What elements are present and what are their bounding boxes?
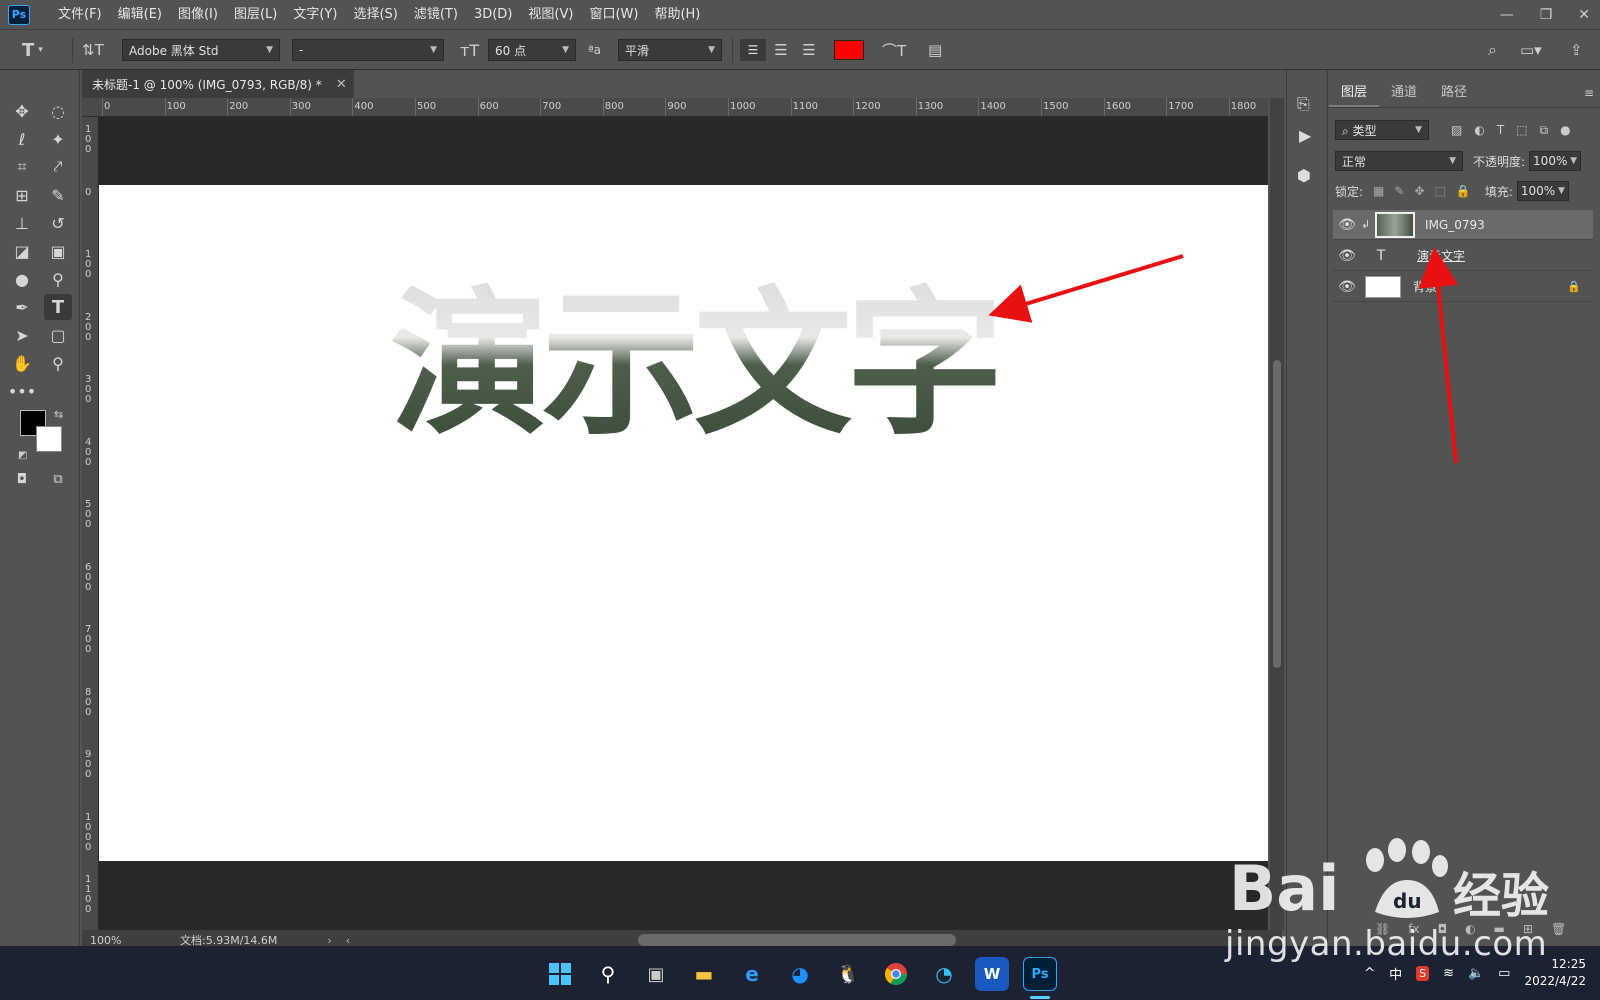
task-view-icon[interactable]: ▣ <box>639 957 673 991</box>
photoshop-taskbar-icon[interactable]: Ps <box>1023 957 1057 991</box>
sogou-ime-icon[interactable]: S <box>1416 965 1430 981</box>
edge-icon[interactable]: ◔ <box>927 957 961 991</box>
windows-taskbar: ⚲ ▣ ▬ e ◕ 🐧 ◔ W Ps ^ 中 S ≋ 🔈 ▭ 12:25 202… <box>0 946 1600 1000</box>
annotation-overlay <box>988 247 1459 464</box>
clock-date: 2022/4/22 <box>1524 974 1586 988</box>
system-tray: ^ 中 S ≋ 🔈 ▭ 12:25 2022/4/22 <box>1364 946 1586 1000</box>
active-app-indicator <box>1030 996 1050 999</box>
volume-icon[interactable]: 🔈 <box>1468 966 1484 981</box>
system-clock[interactable]: 12:25 2022/4/22 <box>1524 956 1586 990</box>
chrome-icon[interactable] <box>879 957 913 991</box>
word-icon[interactable]: W <box>975 957 1009 991</box>
start-menu-icon[interactable] <box>543 957 577 991</box>
ime-indicator[interactable]: 中 <box>1389 964 1402 983</box>
annotation-arrow <box>1418 247 1459 464</box>
qq-icon[interactable]: 🐧 <box>831 957 865 991</box>
annotation-arrow <box>988 254 1184 323</box>
battery-icon[interactable]: ▭ <box>1498 966 1510 981</box>
wifi-icon[interactable]: ≋ <box>1443 966 1454 981</box>
file-explorer-icon[interactable]: ▬ <box>687 957 721 991</box>
search-taskbar-icon[interactable]: ⚲ <box>591 957 625 991</box>
tray-overflow-icon[interactable]: ^ <box>1364 966 1375 981</box>
ie-browser-icon[interactable]: e <box>735 957 769 991</box>
baidu-netdisk-icon[interactable]: ◕ <box>783 957 817 991</box>
clock-time: 12:25 <box>1551 957 1586 971</box>
